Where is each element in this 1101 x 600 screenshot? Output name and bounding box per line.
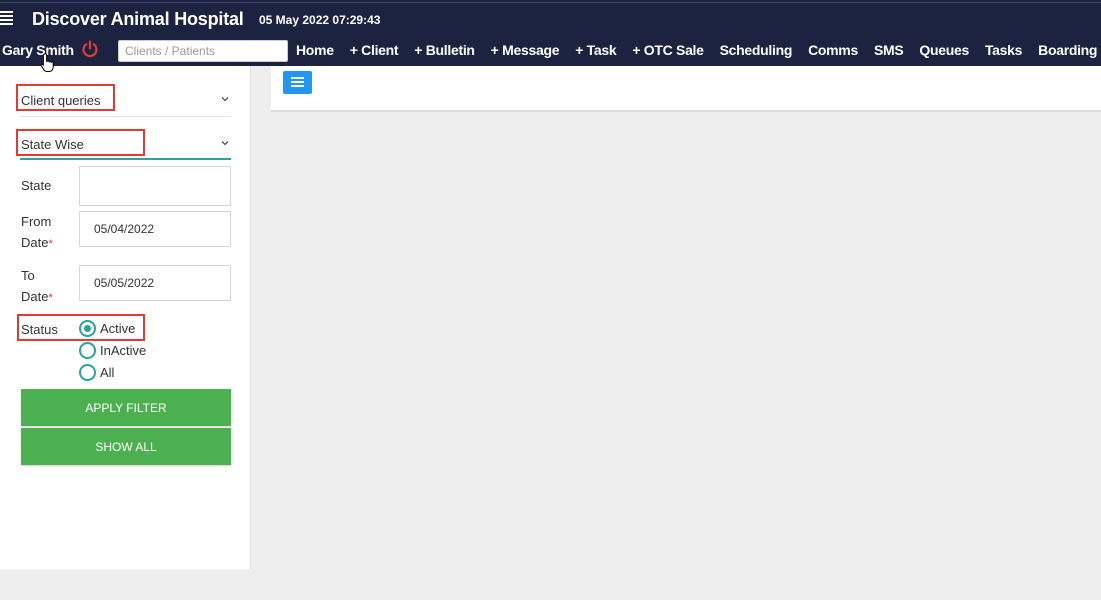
filter-panel: Client queries State Wise State From Dat…	[0, 66, 251, 569]
show-all-button[interactable]: SHOW ALL	[21, 428, 231, 465]
status-radio-all[interactable]: All	[79, 364, 114, 381]
to-date-label-line2: Date	[21, 289, 49, 304]
hand-cursor-icon	[40, 52, 54, 72]
current-datetime: 05 May 2022 07:29:43	[259, 13, 381, 27]
nav-scheduling[interactable]: Scheduling	[720, 42, 793, 58]
nav-boarding[interactable]: Boarding	[1038, 42, 1097, 58]
hamburger-menu-icon[interactable]	[0, 11, 14, 25]
highlight-box	[16, 84, 115, 111]
status-option-label: All	[100, 365, 115, 380]
content-menu-icon[interactable]	[283, 71, 312, 94]
to-date-label-line1: To	[21, 268, 35, 283]
app-title: Discover Animal Hospital	[32, 9, 244, 29]
chevron-down-icon	[221, 141, 229, 146]
from-date-label-line1: From	[21, 214, 52, 229]
nav-add-task[interactable]: + Task	[575, 42, 616, 58]
apply-filter-button[interactable]: APPLY FILTER	[21, 389, 231, 426]
app-header: Discover Animal Hospital 05 May 2022 07:…	[0, 0, 1101, 66]
content-toolbar	[271, 66, 1101, 112]
nav-add-client[interactable]: + Client	[350, 42, 399, 58]
nav-home[interactable]: Home	[296, 42, 334, 58]
required-mark: *	[48, 238, 53, 250]
nav-sms[interactable]: SMS	[874, 42, 904, 58]
status-option-label: InActive	[100, 343, 147, 358]
power-logout-icon[interactable]	[81, 40, 99, 58]
highlight-box	[16, 129, 145, 156]
required-mark: *	[48, 292, 53, 304]
status-radio-inactive[interactable]: InActive	[79, 342, 146, 359]
from-date-input[interactable]	[79, 211, 231, 247]
radio-unchecked-icon	[79, 342, 96, 359]
state-input[interactable]	[79, 166, 231, 206]
from-date-label: From Date*	[21, 211, 53, 255]
state-label: State	[21, 178, 52, 193]
nav-add-message[interactable]: + Message	[491, 42, 560, 58]
nav-comms[interactable]: Comms	[808, 42, 858, 58]
search-input[interactable]	[118, 40, 288, 62]
highlight-box	[17, 314, 145, 341]
user-name[interactable]: Gary Smith	[2, 42, 74, 58]
header-divider	[0, 2, 1101, 3]
nav-add-bulletin[interactable]: + Bulletin	[414, 42, 475, 58]
nav-otc-sale[interactable]: + OTC Sale	[632, 42, 704, 58]
main-nav: Home + Client + Bulletin + Message + Tas…	[296, 42, 1101, 58]
nav-queues[interactable]: Queues	[919, 42, 969, 58]
to-date-input[interactable]	[79, 265, 231, 301]
from-date-label-line2: Date	[21, 235, 49, 250]
nav-tasks[interactable]: Tasks	[985, 42, 1022, 58]
to-date-label: To Date*	[21, 265, 53, 309]
chevron-down-icon	[221, 97, 229, 102]
radio-unchecked-icon	[79, 364, 96, 381]
